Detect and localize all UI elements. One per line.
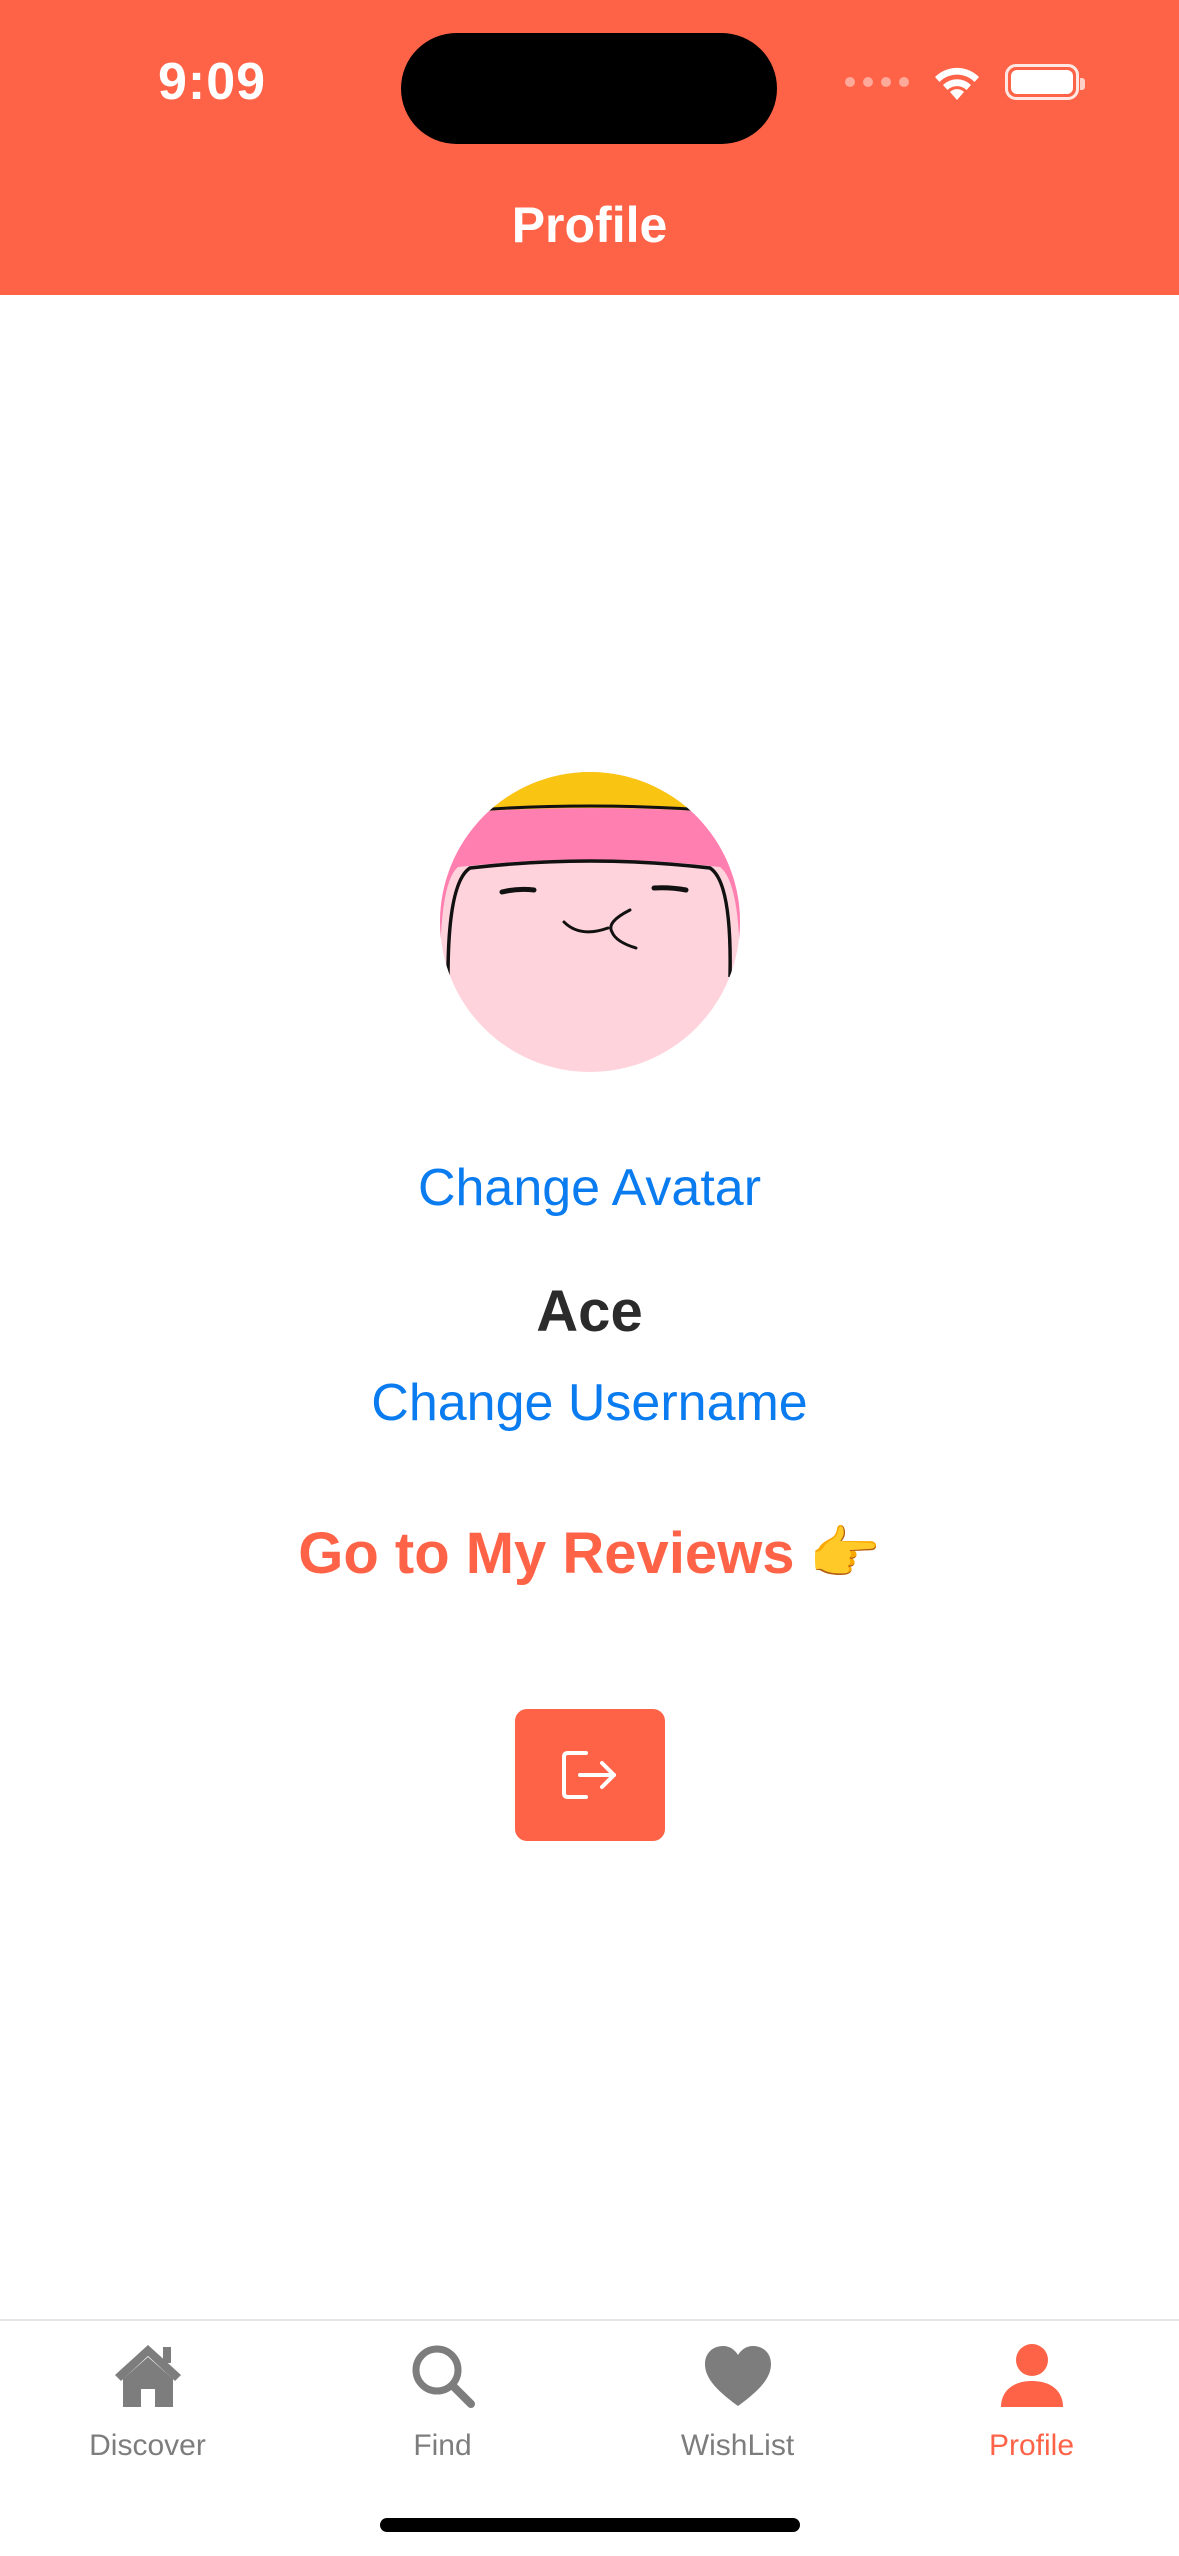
header: 9:09 Profile	[0, 0, 1179, 295]
change-username-button[interactable]: Change Username	[0, 1373, 1179, 1433]
profile-screen: 9:09 Profile Change Avatar Ace Change Us…	[0, 0, 1179, 2556]
change-avatar-button[interactable]: Change Avatar	[0, 1158, 1179, 1218]
logout-button[interactable]	[515, 1709, 665, 1841]
tab-label: Find	[413, 2429, 472, 2462]
wifi-icon	[935, 67, 979, 100]
my-reviews-label: Go to My Reviews	[298, 1521, 795, 1586]
my-reviews-link[interactable]: Go to My Reviews 👉	[0, 1520, 1179, 1588]
cartoon-avatar-icon	[440, 772, 740, 1072]
username: Ace	[536, 1279, 643, 1344]
tab-label: Discover	[89, 2429, 206, 2462]
tab-profile[interactable]: Profile	[884, 2339, 1179, 2489]
dynamic-island	[401, 33, 777, 144]
tab-wishlist[interactable]: WishList	[590, 2339, 885, 2489]
logout-icon	[562, 1751, 616, 1799]
tab-label: WishList	[680, 2429, 795, 2462]
cellular-icon	[845, 77, 909, 87]
tab-find[interactable]: Find	[295, 2339, 590, 2489]
heart-icon	[701, 2339, 775, 2413]
home-indicator[interactable]	[380, 2518, 800, 2532]
status-icons	[845, 62, 1085, 102]
pointing-hand-icon: 👉	[808, 1521, 881, 1586]
magnifying-glass-icon	[406, 2339, 480, 2413]
house-icon	[111, 2339, 185, 2413]
tab-discover[interactable]: Discover	[0, 2339, 295, 2489]
battery-icon	[1005, 64, 1085, 100]
page-title: Profile	[511, 197, 668, 253]
person-icon	[995, 2339, 1069, 2413]
tab-label: Profile	[988, 2429, 1075, 2462]
status-time: 9:09	[158, 53, 267, 111]
